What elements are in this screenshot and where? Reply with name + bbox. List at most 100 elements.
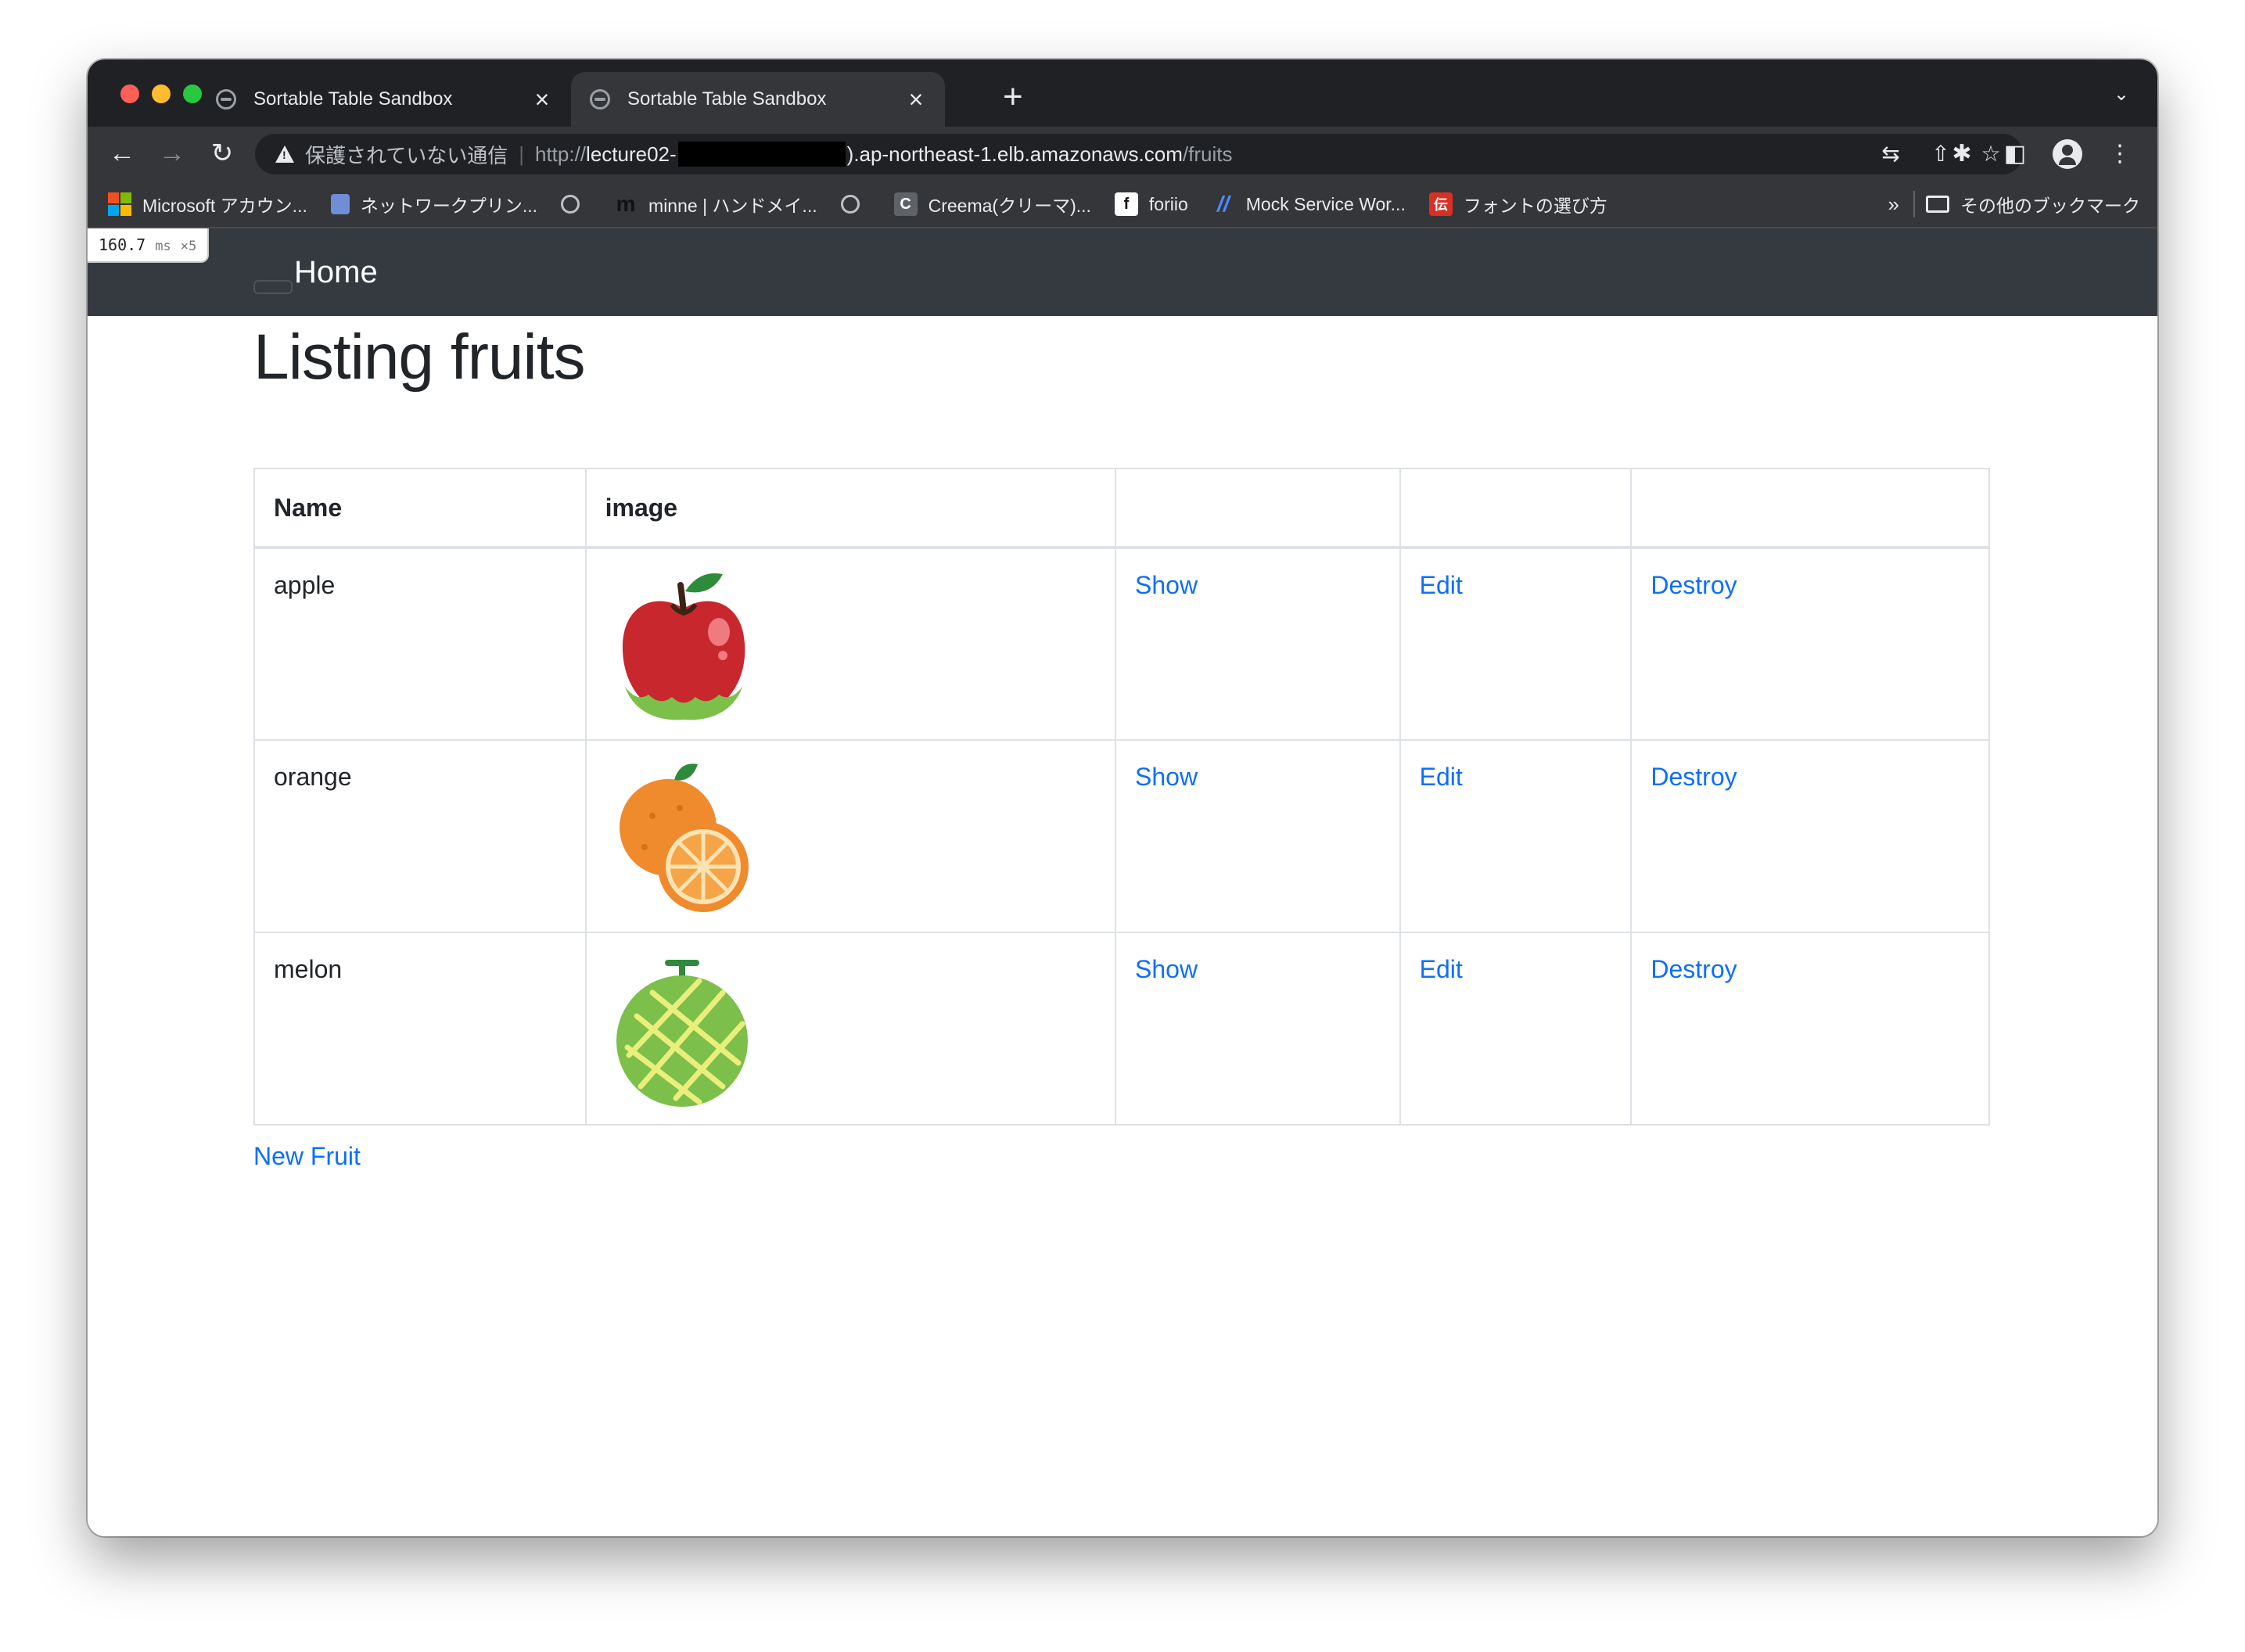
table-row: apple Show Edit Destroy <box>253 547 1990 741</box>
toolbar-actions: ✱ ◧ ⋮ <box>1946 138 2135 171</box>
security-label: 保護されていない通信 <box>305 143 508 167</box>
tab-2[interactable]: Sortable Table Sandbox × <box>571 72 945 127</box>
url-host-suffix: ).ap-northeast-1.elb.amazonaws.com <box>846 142 1183 166</box>
perf-unit: ms <box>155 239 171 254</box>
close-tab-icon[interactable]: × <box>530 87 554 112</box>
close-window-button[interactable] <box>120 84 139 103</box>
tab-strip: Sortable Table Sandbox × Sortable Table … <box>88 59 2157 127</box>
new-tab-button[interactable]: + <box>1003 80 1023 114</box>
show-cell: Show <box>1115 932 1401 1126</box>
destroy-link[interactable]: Destroy <box>1651 955 1737 983</box>
other-bookmarks[interactable]: その他のブックマーク <box>1926 191 2140 217</box>
fruit-name: orange <box>253 739 587 933</box>
navbar-toggler[interactable] <box>253 280 293 294</box>
bookmark-label: Mock Service Wor... <box>1245 193 1406 214</box>
fruit-image-cell <box>584 932 1117 1126</box>
bookmarks-overflow-button[interactable]: » <box>1888 192 1899 217</box>
foriio-icon: f <box>1114 192 1138 216</box>
forward-arrow-icon[interactable]: → <box>155 136 189 171</box>
destroy-link[interactable]: Destroy <box>1651 763 1737 791</box>
edit-link[interactable]: Edit <box>1420 763 1463 791</box>
minne-icon: m <box>614 192 638 216</box>
extensions-icon[interactable]: ✱ <box>1946 138 1977 171</box>
apple-image <box>622 573 745 720</box>
bookmark-label: Creema(クリーマ)... <box>928 196 1091 216</box>
address-bar[interactable]: 保護されていない通信 | http:// lecture02- ).ap-nor… <box>255 134 2023 174</box>
translate-icon[interactable]: ⇆ <box>1877 140 1904 168</box>
page-content: Home 160.7 ms ×5 Listing fruits Name ima… <box>88 228 2157 1536</box>
microsoft-icon <box>108 192 131 216</box>
melon-image <box>616 960 748 1107</box>
bookmark-foriio[interactable]: f foriio <box>1114 192 1188 216</box>
bookmark-label: minne | ハンドメイ... <box>648 196 817 216</box>
globe-icon <box>561 195 580 214</box>
destroy-cell: Destroy <box>1630 547 1990 741</box>
edit-link[interactable]: Edit <box>1420 955 1463 983</box>
orange-image <box>619 763 749 912</box>
printer-icon <box>330 194 350 214</box>
bookmark-globe-1[interactable] <box>561 195 591 214</box>
warning-icon[interactable] <box>275 145 294 163</box>
perf-multiplier: ×5 <box>180 239 197 254</box>
globe-icon <box>590 89 610 110</box>
perf-value: 160.7 <box>99 235 146 254</box>
bookmark-font[interactable]: 伝 フォントの選び方 <box>1428 191 1607 217</box>
font-icon: 伝 <box>1428 192 1453 216</box>
edit-cell: Edit <box>1399 547 1633 741</box>
column-header-edit <box>1399 468 1633 548</box>
tab-title: Sortable Table Sandbox <box>627 88 827 110</box>
bookmark-minne[interactable]: m minne | ハンドメイ... <box>614 191 817 217</box>
show-link[interactable]: Show <box>1135 955 1198 983</box>
performance-badge: 160.7 ms ×5 <box>88 228 210 263</box>
profile-avatar[interactable] <box>2053 139 2082 169</box>
column-header-show <box>1115 468 1401 548</box>
table-row: melon Show Edit Destroy <box>253 932 1990 1126</box>
bookmark-microsoft[interactable]: Microsoft アカウン... <box>108 191 307 217</box>
show-link[interactable]: Show <box>1135 763 1198 791</box>
url-scheme: http:// <box>535 142 587 166</box>
globe-icon <box>840 195 860 214</box>
fruits-table: Name image apple Show Edit Destroy orang… <box>253 468 1990 1126</box>
bookmark-globe-2[interactable] <box>840 195 871 214</box>
close-tab-icon[interactable]: × <box>904 87 928 112</box>
destroy-cell: Destroy <box>1630 932 1990 1126</box>
side-panel-icon[interactable]: ◧ <box>1999 138 2031 171</box>
fruit-name: apple <box>253 547 587 741</box>
edit-cell: Edit <box>1399 739 1633 933</box>
bookmark-msw[interactable]: // Mock Service Wor... <box>1212 192 1406 216</box>
globe-icon <box>216 89 236 110</box>
column-header-image: image <box>584 468 1117 548</box>
bookmark-printer[interactable]: ネットワークプリン... <box>330 191 537 217</box>
show-link[interactable]: Show <box>1135 571 1198 599</box>
destroy-link[interactable]: Destroy <box>1651 571 1737 599</box>
reload-icon[interactable]: ↻ <box>205 136 239 171</box>
redaction-block <box>677 142 846 167</box>
back-arrow-icon[interactable]: ← <box>105 136 139 171</box>
other-bookmarks-label: その他のブックマーク <box>1960 196 2140 216</box>
tab-1[interactable]: Sortable Table Sandbox × <box>197 72 571 127</box>
bookmark-label: フォントの選び方 <box>1463 196 1607 216</box>
navbar-brand-home[interactable]: Home <box>294 255 378 290</box>
new-fruit-link[interactable]: New Fruit <box>253 1142 361 1171</box>
url-path: /fruits <box>1182 142 1233 166</box>
tab-title: Sortable Table Sandbox <box>253 88 453 110</box>
page-title: Listing fruits <box>253 321 586 393</box>
minimize-window-button[interactable] <box>152 84 171 103</box>
url-host-prefix: lecture02- <box>586 142 677 166</box>
browser-window: Sortable Table Sandbox × Sortable Table … <box>88 59 2157 1536</box>
creema-icon: C <box>893 192 918 216</box>
bookmarks-bar: Microsoft アカウン... ネットワークプリン... m minne |… <box>88 181 2157 228</box>
column-header-name: Name <box>253 468 587 548</box>
destroy-cell: Destroy <box>1630 739 1990 933</box>
edit-link[interactable]: Edit <box>1420 571 1463 599</box>
show-cell: Show <box>1115 547 1401 741</box>
kebab-menu-icon[interactable]: ⋮ <box>2104 138 2135 171</box>
fruit-name: melon <box>253 932 587 1126</box>
folder-icon <box>1926 196 1949 213</box>
fruit-image-cell <box>584 739 1117 933</box>
bookmark-label: Microsoft アカウン... <box>142 196 307 216</box>
browser-toolbar: ← → ↻ 保護されていない通信 | http:// lecture02- ).… <box>88 127 2157 181</box>
tab-search-chevron-icon[interactable]: ⌄ <box>2114 83 2129 106</box>
bookmark-creema[interactable]: C Creema(クリーマ)... <box>893 191 1091 217</box>
table-header-row: Name image <box>253 468 1990 548</box>
